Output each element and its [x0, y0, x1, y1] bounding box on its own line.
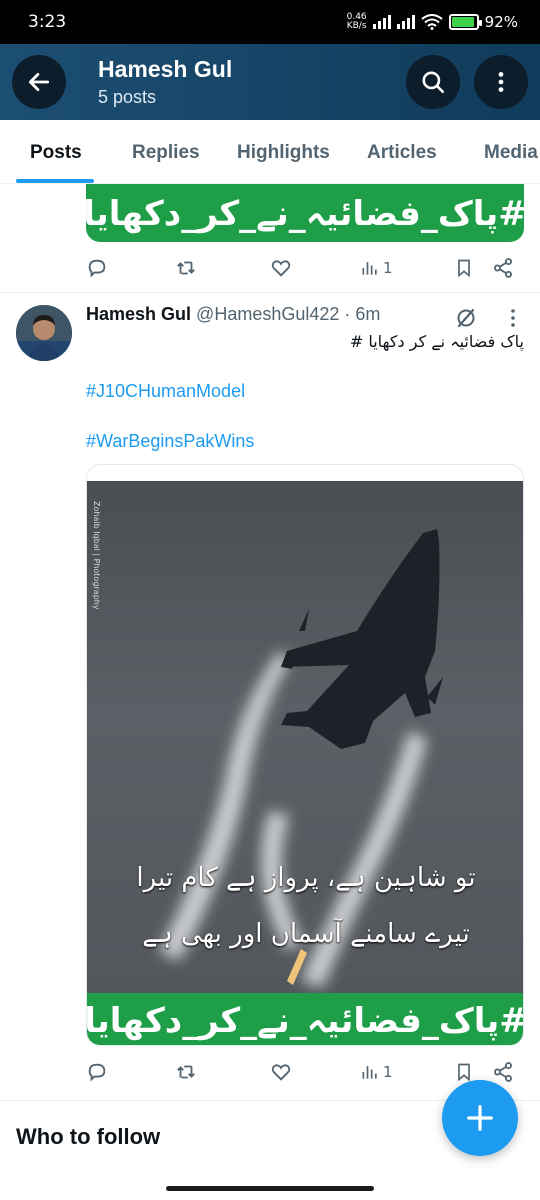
share-button[interactable]: [492, 1061, 514, 1083]
jet-photo: Zohaib Iqbal | Photography تو شاہین ہے، …: [87, 481, 523, 993]
search-icon: [422, 71, 445, 94]
profile-tabs: Posts Replies Highlights Articles Media: [0, 120, 540, 184]
hashtag-link[interactable]: #J10CHumanModel: [86, 381, 245, 402]
bookmark-button[interactable]: [454, 257, 474, 279]
signal-icon: [372, 15, 391, 29]
like-button[interactable]: [270, 1061, 292, 1083]
active-tab-indicator: [16, 179, 94, 183]
share-icon: [494, 1062, 512, 1082]
battery-icon: [448, 14, 482, 30]
tweet-text: پاک فضائیہ نے کر دکھایا #: [349, 332, 524, 351]
tab-media[interactable]: Media: [484, 142, 538, 164]
tweet-header: Hamesh Gul @HameshGul422 · 6m: [86, 304, 380, 325]
grok-icon: [457, 308, 475, 328]
tab-articles[interactable]: Articles: [367, 142, 437, 164]
tab-highlights[interactable]: Highlights: [237, 142, 330, 164]
heart-icon: [271, 1064, 291, 1081]
tweet-media[interactable]: Zohaib Iqbal | Photography تو شاہین ہے، …: [86, 464, 524, 1046]
who-to-follow-heading: Who to follow: [16, 1124, 161, 1149]
avatar-image: [16, 305, 72, 361]
post-divider: [0, 292, 540, 293]
status-bar: 3:23 0.46 KB/s 92%: [0, 0, 540, 44]
tweet-author-handle[interactable]: @HameshGul422: [196, 304, 339, 324]
poetry-line: تو شاہین ہے، پرواز ہے کام تیرا: [136, 863, 476, 893]
bookmark-icon: [458, 259, 470, 278]
more-options-button[interactable]: [474, 55, 528, 109]
hashtag-link[interactable]: #WarBeginsPakWins: [86, 431, 254, 452]
reply-button[interactable]: [86, 257, 108, 279]
media-banner: #پاک_فضائیہ_نے_کر_دکھایا: [87, 993, 523, 1045]
bookmark-button[interactable]: [454, 1061, 474, 1083]
retweet-button[interactable]: [174, 257, 198, 279]
wifi-icon: [421, 14, 443, 30]
tab-replies[interactable]: Replies: [132, 142, 200, 164]
back-button[interactable]: [12, 55, 66, 109]
back-arrow-icon: [28, 73, 50, 91]
avatar[interactable]: [16, 305, 72, 361]
battery-percent: 92%: [484, 13, 518, 31]
photo-credit: Zohaib Iqbal | Photography: [92, 501, 101, 610]
header-titles: Hamesh Gul 5 posts: [98, 56, 406, 108]
views-button[interactable]: 1: [360, 258, 393, 278]
share-button[interactable]: [492, 257, 514, 279]
reply-icon: [88, 259, 106, 278]
share-icon: [494, 258, 512, 278]
home-indicator[interactable]: [166, 1186, 374, 1191]
profile-name: Hamesh Gul: [98, 56, 233, 82]
reply-icon: [88, 1063, 106, 1082]
post-count: 5 posts: [98, 87, 157, 107]
previous-post-actions: 1: [86, 255, 516, 281]
views-button[interactable]: 1: [360, 1062, 393, 1082]
reply-button[interactable]: [86, 1061, 108, 1083]
status-time: 3:23: [28, 12, 67, 32]
bookmark-icon: [458, 1063, 470, 1082]
tab-posts[interactable]: Posts: [30, 142, 82, 164]
views-count: 1: [383, 259, 393, 277]
like-button[interactable]: [270, 257, 292, 279]
retweet-button[interactable]: [174, 1061, 198, 1083]
tweet-more-button[interactable]: [506, 306, 520, 334]
profile-header: Hamesh Gul 5 posts: [0, 44, 540, 120]
previous-post-banner: #پاک_فضائیہ_نے_کر_دکھایا: [83, 184, 527, 242]
more-vertical-icon: [498, 72, 504, 92]
poetry-line: تیرے سامنے آسماں اور بھی ہے: [142, 919, 470, 949]
search-button[interactable]: [406, 55, 460, 109]
tweet-timestamp: · 6m: [344, 304, 381, 324]
heart-icon: [271, 260, 291, 277]
retweet-icon: [177, 261, 195, 275]
fighter-jet-illustration: [159, 529, 443, 987]
tweet-actions: 1: [86, 1059, 516, 1085]
plus-icon: [467, 1105, 493, 1131]
tweet-author-name[interactable]: Hamesh Gul: [86, 304, 191, 324]
retweet-icon: [177, 1065, 195, 1079]
views-icon: [362, 1066, 377, 1079]
compose-post-button[interactable]: [442, 1080, 518, 1156]
status-icons: 0.46 KB/s 92%: [346, 12, 518, 32]
grok-button[interactable]: [454, 306, 478, 334]
network-speed: 0.46 KB/s: [346, 12, 367, 31]
signal-icon: [396, 15, 415, 29]
views-count: 1: [383, 1063, 393, 1081]
views-icon: [362, 262, 377, 275]
more-vertical-icon: [511, 309, 515, 327]
